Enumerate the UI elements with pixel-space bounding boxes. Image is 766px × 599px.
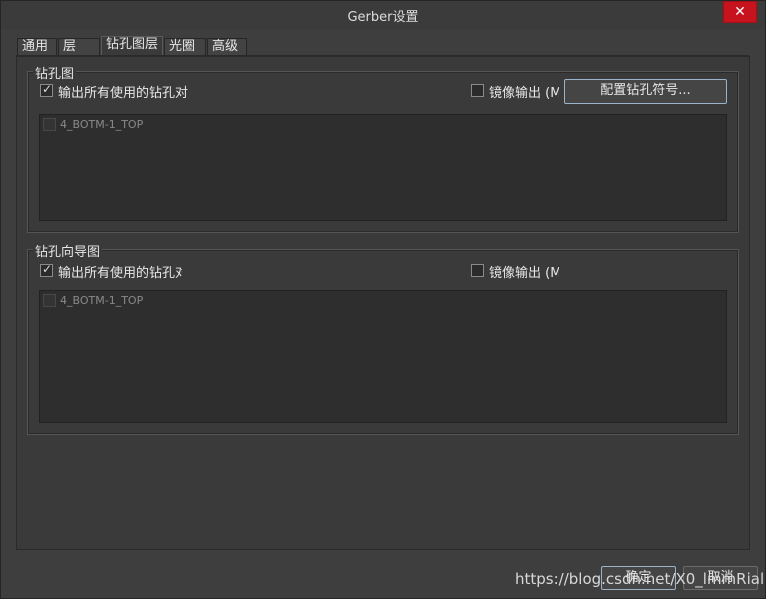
dialog-title: Gerber设置 xyxy=(347,10,419,25)
guide-mirror-output-checkbox[interactable] xyxy=(471,264,484,277)
layer-pair-label: 4_BOTM-1_TOP xyxy=(60,118,144,131)
drill-drawing-title: 钻孔图 xyxy=(33,63,77,82)
mirror-output-label: 镜像输出 (M xyxy=(489,86,559,101)
layer-pair-checkbox[interactable] xyxy=(43,118,56,131)
guide-layer-pair-checkbox[interactable] xyxy=(43,294,56,307)
plot-all-pairs-label: 输出所有使用的钻孔对 xyxy=(58,86,189,101)
tab-layers[interactable]: 层 xyxy=(58,38,100,56)
guide-plot-all-pairs-checkbox[interactable] xyxy=(40,262,53,277)
guide-mirror-output-label: 镜像输出 (M xyxy=(489,266,559,281)
mirror-output-checkbox[interactable] xyxy=(471,84,484,97)
watermark-text: https://blog.csdn.net/X0_lmmRial xyxy=(515,570,765,588)
plot-all-pairs-checkbox[interactable] xyxy=(40,82,53,97)
tab-drill-drawing[interactable]: 钻孔图层 xyxy=(101,36,163,57)
guide-plot-all-pairs-label: 输出所有使用的钻孔对 xyxy=(58,266,182,281)
drill-guide-title: 钻孔向导图 xyxy=(33,241,103,260)
drill-guide-layer-list[interactable] xyxy=(39,290,727,423)
guide-layer-pair-label: 4_BOTM-1_TOP xyxy=(60,294,144,307)
tab-advanced[interactable]: 高级 xyxy=(207,38,247,56)
tab-apertures[interactable]: 光圈 xyxy=(164,38,206,56)
close-button[interactable]: ✕ xyxy=(723,1,757,23)
tab-general[interactable]: 通用 xyxy=(17,38,57,56)
configure-drill-symbols-button[interactable]: 配置钻孔符号... xyxy=(564,79,727,104)
